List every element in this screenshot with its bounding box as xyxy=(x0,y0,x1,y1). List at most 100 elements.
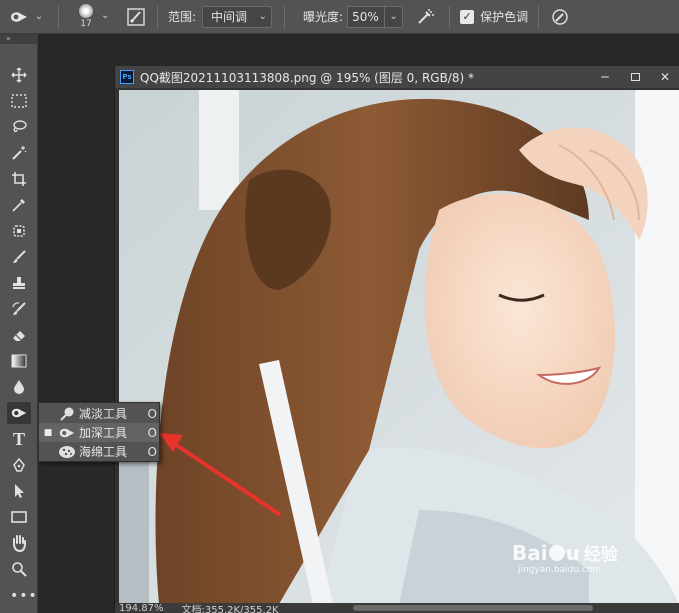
exposure-slider-toggle[interactable]: ⌄ xyxy=(385,5,404,28)
options-bar: ⌄ 17 ⌄ 范围: 中间调 ⌄ 曝光度: 50% ⌄ ✓ 保护色调 xyxy=(0,0,679,34)
document-size[interactable]: 文档:355.2K/355.2K xyxy=(182,603,279,613)
panel-collapse-icon[interactable]: » xyxy=(0,34,37,44)
pen-pressure-icon xyxy=(552,8,568,25)
eraser-icon xyxy=(13,331,25,341)
pen-icon xyxy=(13,457,25,472)
flyout-item-label: 减淡工具 xyxy=(79,407,128,421)
eraser-tool[interactable] xyxy=(7,324,31,346)
history-brush-icon xyxy=(12,302,26,315)
flyout-item-label: 海绵工具 xyxy=(79,445,128,459)
move-icon xyxy=(11,67,27,83)
horizontal-scrollbar[interactable] xyxy=(353,605,593,611)
brush-tip-icon xyxy=(79,3,93,18)
marquee-tool[interactable] xyxy=(7,90,31,112)
maximize-button[interactable] xyxy=(620,66,650,88)
ps-logo-icon: Ps xyxy=(120,70,134,84)
zoom-tool[interactable] xyxy=(7,558,31,580)
selected-marker: ■ xyxy=(43,427,53,438)
protect-tones-label: 保护色调 xyxy=(480,10,529,24)
tool-preset-picker[interactable]: ⌄ xyxy=(0,0,52,34)
watermark-brand: Bai xyxy=(512,540,548,565)
crop-tool[interactable] xyxy=(7,168,31,190)
crop-icon xyxy=(12,172,26,186)
tools-panel: » T ••• xyxy=(0,34,38,613)
divider xyxy=(538,5,540,28)
minimize-button[interactable]: ─ xyxy=(590,66,620,88)
blur-icon xyxy=(14,380,24,394)
chevron-down-icon: ⌄ xyxy=(34,11,44,22)
range-label: 范围: xyxy=(168,10,197,24)
burn-icon xyxy=(57,425,77,441)
clone-stamp-tool[interactable] xyxy=(7,272,31,294)
burn-icon xyxy=(11,408,27,418)
brush-icon xyxy=(13,250,26,263)
brush-settings-button[interactable] xyxy=(121,4,151,30)
airbrush-icon xyxy=(418,8,435,24)
brush-tool[interactable] xyxy=(7,246,31,268)
type-tool[interactable]: T xyxy=(7,428,31,450)
eyedropper-tool[interactable] xyxy=(7,194,31,216)
watermark-url: jingyan.baidu.com xyxy=(518,565,602,575)
pen-tool[interactable] xyxy=(7,454,31,476)
divider xyxy=(58,5,59,28)
document-window: Ps QQ截图20211103113808.png @ 195% (图层 0, … xyxy=(114,66,679,613)
burn-tool[interactable] xyxy=(7,402,31,424)
chevron-down-icon: ⌄ xyxy=(258,11,268,22)
path-selection-icon xyxy=(15,484,24,498)
brush-settings-icon xyxy=(127,7,145,26)
status-bar: 194.87% 文档:355.2K/355.2K xyxy=(115,603,679,613)
marquee-icon xyxy=(11,94,27,108)
rectangle-icon xyxy=(11,511,27,523)
brush-size: 17 xyxy=(80,18,92,29)
move-tool[interactable] xyxy=(7,64,31,86)
chevron-down-icon: ⌄ xyxy=(101,9,110,21)
blur-tool[interactable] xyxy=(7,376,31,398)
divider xyxy=(157,5,158,28)
gradient-icon xyxy=(11,354,27,368)
protect-tones-checkbox[interactable]: ✓ xyxy=(460,9,475,24)
range-select[interactable]: 中间调 ⌄ xyxy=(202,5,273,28)
magic-wand-tool[interactable] xyxy=(7,142,31,164)
clone-stamp-icon xyxy=(13,277,25,289)
shortcut-key: O xyxy=(147,406,157,421)
rectangle-tool[interactable] xyxy=(7,506,31,528)
tool-flyout-menu: 减淡工具 O ■ 加深工具 O 海绵工具 O xyxy=(38,402,160,462)
hand-tool[interactable] xyxy=(7,532,31,554)
close-icon: ✕ xyxy=(659,70,671,84)
zoom-icon xyxy=(12,562,27,577)
divider xyxy=(284,5,286,28)
paw-icon xyxy=(548,544,565,561)
flyout-item-burn[interactable]: ■ 加深工具 O xyxy=(39,423,159,442)
magic-wand-icon xyxy=(12,146,27,160)
more-tools-icon[interactable]: ••• xyxy=(10,588,38,604)
type-icon: T xyxy=(12,428,25,449)
airbrush-button[interactable] xyxy=(411,4,441,30)
close-button[interactable]: ✕ xyxy=(650,66,679,88)
flyout-item-sponge[interactable]: 海绵工具 O xyxy=(39,442,159,461)
document-tab[interactable]: Ps QQ截图20211103113808.png @ 195% (图层 0, … xyxy=(115,66,679,88)
lasso-icon xyxy=(13,120,27,133)
lasso-tool[interactable] xyxy=(7,116,31,138)
image-canvas[interactable] xyxy=(119,90,679,604)
exposure-input[interactable]: 50% xyxy=(347,5,386,28)
brush-preset-picker[interactable]: 17 ⌄ xyxy=(65,0,121,34)
photo-illustration xyxy=(119,90,679,604)
path-selection-tool[interactable] xyxy=(7,480,31,502)
history-brush-tool[interactable] xyxy=(7,298,31,320)
gradient-tool[interactable] xyxy=(7,350,31,372)
healing-brush-tool[interactable] xyxy=(7,220,31,242)
flyout-item-dodge[interactable]: 减淡工具 O xyxy=(39,404,159,423)
exposure-label: 曝光度: xyxy=(303,10,344,24)
baidu-watermark: Bai u 经验 jingyan.baidu.com xyxy=(512,540,642,584)
document-title: QQ截图20211103113808.png @ 195% (图层 0, RGB… xyxy=(140,70,474,85)
minimize-icon: ─ xyxy=(601,70,609,84)
shortcut-key: O xyxy=(147,444,157,459)
shortcut-key: O xyxy=(147,425,157,440)
hand-icon xyxy=(13,535,26,552)
pressure-size-button[interactable] xyxy=(545,4,575,30)
window-controls: ─ ✕ xyxy=(590,66,679,88)
healing-brush-icon xyxy=(13,225,25,237)
zoom-level[interactable]: 194.87% xyxy=(119,603,164,613)
range-value: 中间调 xyxy=(211,10,248,24)
watermark-brand-tail: u xyxy=(565,540,580,565)
